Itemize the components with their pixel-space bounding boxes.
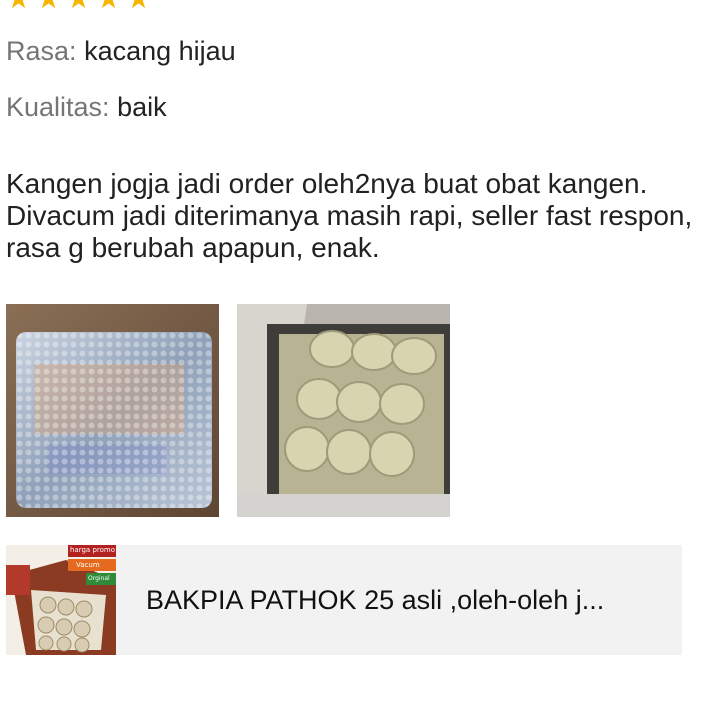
attribute-key: Kualitas: [6, 92, 110, 122]
attribute-rasa: Rasa: kacang hijau [6, 36, 236, 67]
product-name: BAKPIA PATHOK 25 asli ,oleh-oleh j... [146, 584, 605, 615]
product-thumbnail: harga promo Vacum Orginal [6, 545, 116, 655]
star-icon: ★ [6, 0, 32, 13]
review-photo-1[interactable] [6, 304, 219, 517]
attribute-value: baik [117, 92, 167, 122]
attribute-kualitas: Kualitas: baik [6, 92, 167, 123]
thumb-badge-original: Orginal [88, 575, 110, 582]
attribute-value: kacang hijau [84, 36, 236, 66]
star-icon: ★ [96, 0, 122, 13]
attribute-key: Rasa: [6, 36, 77, 66]
bubble-wrapped-package-icon [6, 304, 219, 517]
star-icon: ★ [36, 0, 62, 13]
vacuum-packed-bakpia-box-icon [237, 304, 450, 517]
rating-stars: ★ ★ ★ ★ ★ [6, 0, 152, 13]
star-icon: ★ [126, 0, 152, 13]
thumb-badge-vacum: Vacum [76, 561, 100, 569]
review-photo-2[interactable] [237, 304, 450, 517]
review-text: Kangen jogja jadi order oleh2nya buat ob… [6, 168, 693, 263]
product-card[interactable]: harga promo Vacum Orginal BAKPIA PATHOK … [6, 545, 682, 655]
star-icon: ★ [66, 0, 92, 13]
thumb-badge-promo: harga promo [70, 546, 115, 554]
